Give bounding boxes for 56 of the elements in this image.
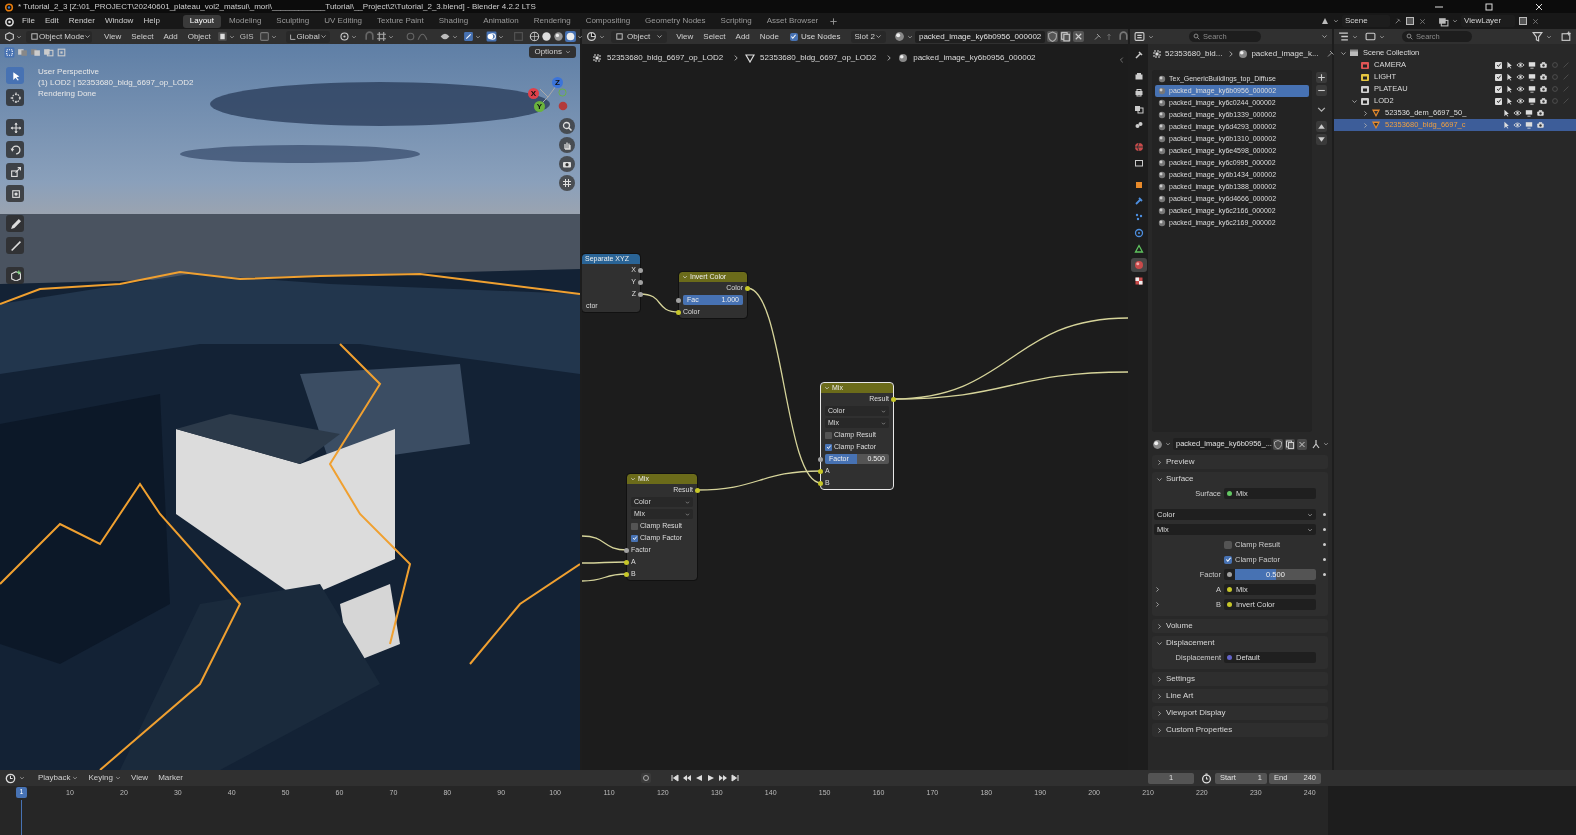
- menu-item[interactable]: File: [17, 15, 40, 27]
- menu-item[interactable]: Help: [138, 15, 165, 27]
- menu-item[interactable]: Add: [158, 30, 183, 43]
- workspace-tab[interactable]: Sculpting: [269, 14, 317, 28]
- menu-item[interactable]: Add: [730, 30, 755, 43]
- panel-header[interactable]: Custom Properties: [1152, 723, 1328, 737]
- workspace-tab[interactable]: Texture Paint: [370, 14, 431, 28]
- menu-item[interactable]: Node: [754, 30, 784, 43]
- viewport-info-text: Rendering Done: [38, 88, 98, 99]
- workspace-tab[interactable]: Compositing: [578, 14, 638, 28]
- menu-item[interactable]: Select: [126, 30, 159, 43]
- menu-item[interactable]: View: [126, 772, 153, 784]
- viewport-info-text: (1) LOD2 | 52353680_bldg_6697_op_LOD2: [38, 77, 194, 88]
- workspace-tab[interactable]: UV Editing: [317, 14, 370, 28]
- panel-header[interactable]: Viewport Display: [1152, 706, 1328, 720]
- workspace-tab[interactable]: Geometry Nodes: [638, 14, 713, 28]
- view-layer-field[interactable]: ViewLayer: [1461, 15, 1515, 27]
- panel-header[interactable]: Volume: [1152, 619, 1328, 633]
- menu-item[interactable]: Edit: [39, 15, 64, 27]
- scene-field[interactable]: Scene: [1342, 15, 1390, 27]
- menu-item[interactable]: Window: [99, 15, 139, 27]
- menu-item[interactable]: Select: [698, 30, 731, 43]
- workspace-tab[interactable]: Rendering: [526, 14, 578, 28]
- workspace-tab[interactable]: Asset Browser: [759, 14, 826, 28]
- options-button[interactable]: Options: [529, 46, 576, 58]
- panel-header[interactable]: Displacement: [1152, 636, 1328, 650]
- menu-item[interactable]: Playback: [34, 772, 83, 784]
- orientation-dropdown[interactable]: Global: [285, 30, 330, 43]
- breadcrumb-item[interactable]: 52353680_bldg_6697_op_LOD2: [760, 52, 877, 64]
- workspace-tab[interactable]: Scripting: [713, 14, 759, 28]
- panel-header[interactable]: Preview: [1152, 455, 1328, 469]
- use-nodes-checkbox[interactable]: Use Nodes: [789, 30, 841, 43]
- material-name-field[interactable]: packed_image_ky6b0956_000002: [914, 30, 1046, 43]
- breadcrumb-item[interactable]: packed_image_ky6b0956_000002: [913, 52, 1036, 64]
- menu-item[interactable]: Marker: [154, 772, 188, 784]
- workspace-tab[interactable]: Modeling: [221, 14, 269, 28]
- window-title: * Tutorial_2_3 [Z:\01_PROJECT\20240601_plateau_vol2_matsui\_mori\____________Tutorial\__Project\2\Tutorial_2_3.blend] - Blender 4.2.2 LTS: [18, 0, 536, 13]
- workspace-tab[interactable]: Shading: [431, 14, 476, 28]
- menu-item[interactable]: Render: [63, 15, 100, 27]
- object-dropdown[interactable]: Object: [611, 30, 668, 43]
- panel-header[interactable]: Line Art: [1152, 689, 1328, 703]
- workspace-tab[interactable]: Animation: [476, 14, 526, 28]
- menu-item[interactable]: View: [671, 30, 699, 43]
- gis-menu[interactable]: GIS: [235, 30, 258, 43]
- workspace-tab[interactable]: Layout: [182, 14, 221, 28]
- breadcrumb-item[interactable]: packed_image_k...: [1251, 48, 1319, 60]
- breadcrumb-item[interactable]: 52353680_bldg_6697_op_LOD2: [607, 52, 724, 64]
- panel-header[interactable]: Surface: [1152, 472, 1328, 486]
- menu-item[interactable]: Object: [182, 30, 216, 43]
- menu-item[interactable]: Keying: [84, 772, 125, 784]
- panel-header[interactable]: Settings: [1152, 672, 1328, 686]
- slot-dropdown[interactable]: Slot 2: [850, 30, 886, 43]
- menu-item[interactable]: View: [99, 30, 127, 43]
- mode-dropdown[interactable]: Object Mode: [26, 30, 92, 43]
- viewport-info-text: User Perspective: [38, 66, 100, 77]
- breadcrumb-item[interactable]: 52353680_bld...: [1165, 48, 1223, 60]
